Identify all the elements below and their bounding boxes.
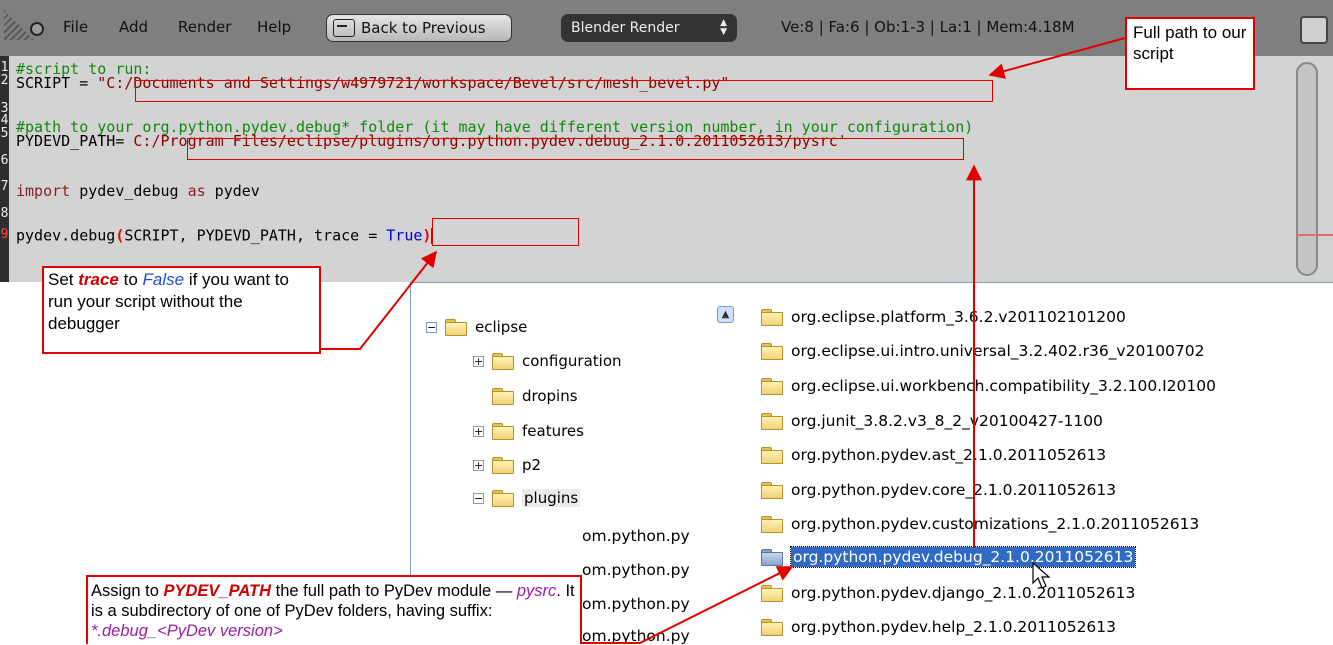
arrow-to-trace bbox=[321, 250, 437, 350]
arrow-to-debug-folder bbox=[582, 566, 794, 644]
annotation-arrows bbox=[321, 37, 1126, 644]
arrow-to-script-path bbox=[988, 37, 1126, 79]
